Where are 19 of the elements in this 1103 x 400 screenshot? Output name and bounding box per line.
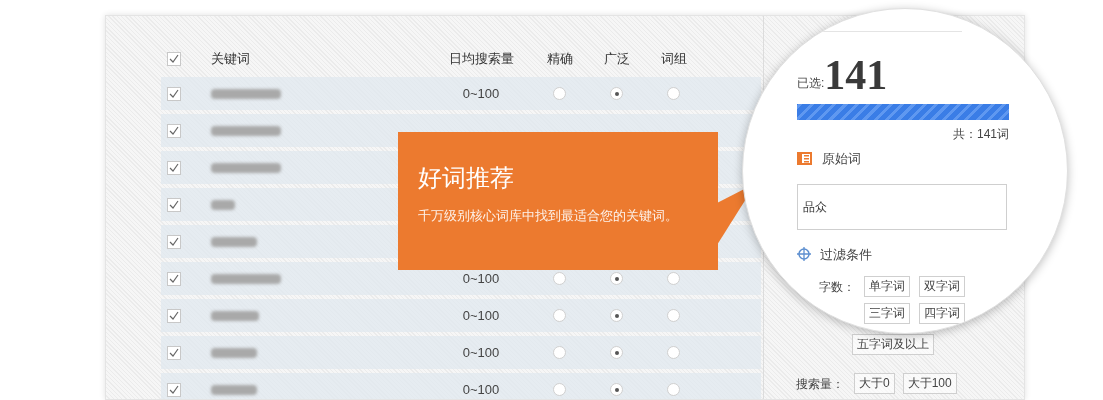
section-title: 原始词: [822, 150, 861, 168]
callout-title: 好词推荐: [418, 163, 515, 193]
filter-label: 搜索量：: [796, 375, 844, 393]
column-header: 词组: [660, 50, 687, 66]
search-volume: 0~100: [462, 269, 500, 288]
callout-text: 千万级别核心词库中找到最适合您的关键词。: [418, 207, 679, 225]
selected-count: 141: [824, 54, 888, 96]
column-header: 广泛: [603, 50, 630, 66]
section-title: 过滤条件: [820, 245, 872, 264]
column-header: 精确: [546, 50, 573, 66]
search-volume: 0~100: [462, 380, 500, 399]
column-header: 日均搜索量: [448, 50, 514, 66]
search-volume: 0~100: [462, 306, 500, 325]
column-header: 关键词: [211, 50, 250, 66]
filter-label: 字数：: [818, 278, 856, 296]
search-volume: 0~100: [462, 343, 500, 362]
search-volume: 0~100: [462, 84, 500, 103]
selected-label: 已选:: [797, 75, 825, 92]
total-count: 共：141词: [952, 126, 1009, 143]
